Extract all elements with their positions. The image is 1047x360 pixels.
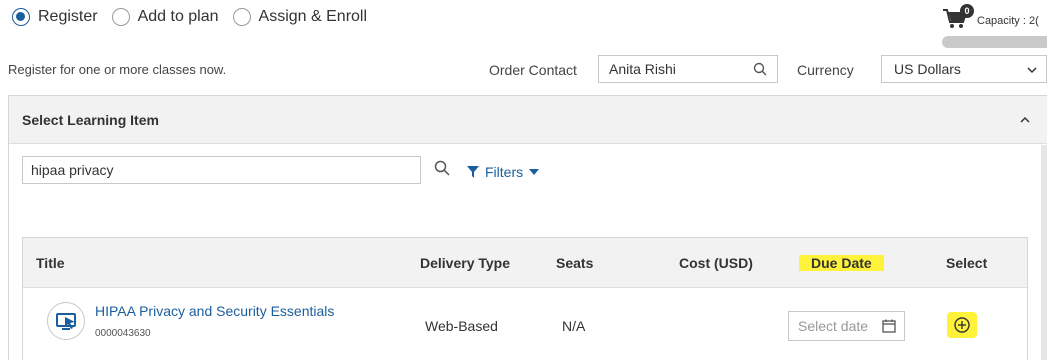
header-due-date[interactable]: Due Date — [799, 255, 884, 271]
plus-circle-icon — [954, 317, 970, 333]
currency-value: US Dollars — [894, 61, 961, 77]
radio-assign-enroll-dot[interactable] — [232, 8, 251, 26]
radio-assign-enroll[interactable]: Assign & Enroll — [232, 8, 368, 26]
web-based-icon — [56, 313, 76, 330]
order-contact-value: Anita Rishi — [609, 61, 676, 77]
learning-search-input[interactable]: hipaa privacy — [22, 156, 421, 184]
filters-label: Filters — [485, 164, 524, 180]
learning-items-table: Title Delivery Type Seats Cost (USD) Due… — [22, 237, 1028, 360]
add-item-button[interactable] — [947, 312, 977, 338]
radio-add-to-plan-label: Add to plan — [137, 8, 219, 25]
radio-assign-enroll-label: Assign & Enroll — [258, 8, 368, 25]
filters-button[interactable]: Filters — [467, 164, 540, 180]
table-header: Title Delivery Type Seats Cost (USD) Due… — [23, 238, 1027, 288]
cart-capacity-bar — [942, 36, 1047, 48]
course-type-icon — [47, 302, 85, 340]
delivery-type-cell: Web-Based — [425, 318, 498, 334]
due-date-placeholder: Select date — [798, 318, 869, 334]
chevron-down-icon — [1027, 67, 1037, 74]
chevron-up-icon[interactable] — [1019, 114, 1031, 126]
radio-register-dot[interactable] — [12, 8, 30, 26]
currency-label: Currency — [797, 62, 854, 78]
currency-select[interactable]: US Dollars — [881, 55, 1047, 83]
search-icon[interactable] — [753, 62, 767, 76]
order-contact-field[interactable]: Anita Rishi — [598, 55, 778, 83]
due-date-input[interactable]: Select date — [788, 311, 905, 341]
header-title[interactable]: Title — [36, 255, 65, 271]
panel-title: Select Learning Item — [22, 112, 159, 128]
register-instructions: Register for one or more classes now. — [8, 62, 227, 77]
cart-count-badge: 0 — [960, 4, 974, 18]
select-learning-item-panel: Select Learning Item hipaa privacy Filte… — [8, 95, 1047, 360]
table-row: HIPAA Privacy and Security Essentials 00… — [23, 288, 1027, 360]
learning-search-value: hipaa privacy — [31, 162, 114, 178]
radio-add-to-plan-dot[interactable] — [111, 8, 130, 26]
header-delivery-type[interactable]: Delivery Type — [420, 255, 510, 271]
course-code: 0000043630 — [95, 328, 151, 339]
order-contact-label: Order Contact — [489, 62, 577, 78]
header-select: Select — [946, 255, 988, 271]
scrollbar[interactable] — [1041, 145, 1047, 360]
header-cost[interactable]: Cost (USD) — [679, 255, 753, 271]
panel-header[interactable]: Select Learning Item — [9, 96, 1047, 144]
radio-register-label: Register — [38, 8, 98, 25]
cart-capacity-text: Capacity : 2( — [977, 15, 1039, 27]
header-seats[interactable]: Seats — [556, 255, 593, 271]
filter-icon — [467, 166, 479, 178]
search-icon[interactable] — [434, 160, 450, 176]
radio-add-to-plan[interactable]: Add to plan — [111, 8, 219, 26]
caret-down-icon — [529, 169, 540, 175]
calendar-icon[interactable] — [882, 319, 896, 333]
radio-register[interactable]: Register — [12, 8, 98, 26]
course-title-link[interactable]: HIPAA Privacy and Security Essentials — [95, 303, 334, 319]
mode-radio-group: Register Add to plan Assign & Enroll — [12, 8, 367, 26]
seats-cell: N/A — [562, 318, 586, 334]
